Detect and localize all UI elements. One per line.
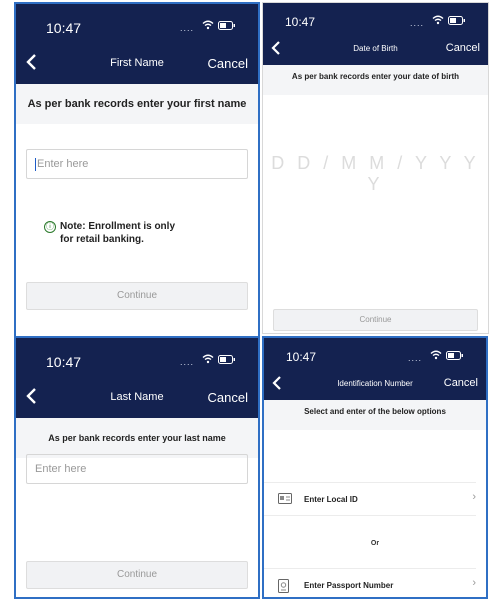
cancel-button[interactable]: Cancel (208, 56, 248, 71)
identification-number-screen: 10:47 .... Identification Number Cancel … (262, 336, 488, 599)
last-name-input[interactable]: Enter here (26, 454, 248, 484)
cancel-button[interactable]: Cancel (444, 377, 478, 389)
nav-bar: Date of Birth Cancel (263, 35, 488, 65)
instruction-text: As per bank records enter your first nam… (16, 84, 258, 124)
status-time: 10:47 (46, 20, 82, 36)
status-time: 10:47 (46, 354, 82, 370)
status-icons: .... (180, 20, 240, 34)
nav-bar: Identification Number Cancel (264, 370, 486, 400)
date-of-birth-screen: 10:47 .... Date of Birth Cancel As per b… (262, 2, 489, 334)
signal-icon: .... (180, 23, 195, 33)
id-card-icon (278, 493, 292, 504)
nav-bar: First Name Cancel (16, 44, 258, 84)
passport-option[interactable]: Enter Passport Number › (264, 568, 476, 597)
or-divider: Or (370, 540, 380, 547)
battery-icon (218, 355, 235, 364)
status-time: 10:47 (285, 15, 316, 29)
continue-button[interactable]: Continue (26, 282, 248, 310)
local-id-option[interactable]: Enter Local ID › (264, 482, 476, 516)
battery-icon (448, 16, 465, 25)
battery-icon (218, 21, 235, 30)
signal-icon: .... (410, 18, 425, 28)
last-name-screen: 10:47 .... Last Name Cancel As per bank … (14, 336, 260, 599)
enrollment-note: ⓘ Note: Enrollment is only for retail ba… (44, 220, 180, 246)
chevron-right-icon: › (472, 491, 476, 503)
status-bar: 10:47 .... (16, 4, 258, 44)
status-time: 10:47 (286, 350, 317, 364)
passport-label: Enter Passport Number (304, 581, 394, 590)
battery-icon (446, 351, 463, 360)
wifi-icon (202, 20, 214, 30)
instruction-text: Select and enter of the below options (264, 400, 486, 430)
signal-icon: .... (408, 353, 423, 363)
signal-icon: .... (180, 357, 195, 367)
instruction-text: As per bank records enter your date of b… (263, 65, 488, 95)
info-icon: ⓘ (44, 221, 56, 233)
note-text: Note: Enrollment is only for retail bank… (60, 221, 176, 245)
wifi-icon (432, 15, 444, 25)
continue-button[interactable]: Continue (26, 561, 248, 589)
local-id-label: Enter Local ID (304, 495, 358, 504)
status-bar: 10:47 .... (16, 338, 258, 378)
cancel-button[interactable]: Cancel (208, 390, 248, 405)
input-placeholder: Enter here (35, 463, 87, 475)
first-name-screen: 10:47 .... First Name Cancel As per bank… (14, 2, 260, 344)
instruction-text: As per bank records enter your last name (16, 418, 258, 458)
status-icons: .... (408, 350, 468, 364)
status-icons: .... (410, 15, 470, 29)
text-caret (35, 157, 36, 171)
wifi-icon (430, 350, 442, 360)
date-of-birth-input[interactable]: D D / M M / Y Y Y Y (263, 153, 488, 195)
status-icons: .... (180, 354, 240, 368)
nav-bar: Last Name Cancel (16, 378, 258, 418)
first-name-input[interactable]: Enter here (26, 149, 248, 179)
input-placeholder: Enter here (37, 158, 89, 170)
continue-button[interactable]: Continue (273, 309, 478, 331)
wifi-icon (202, 354, 214, 364)
passport-icon (278, 579, 289, 593)
cancel-button[interactable]: Cancel (446, 42, 480, 54)
chevron-right-icon: › (472, 577, 476, 589)
